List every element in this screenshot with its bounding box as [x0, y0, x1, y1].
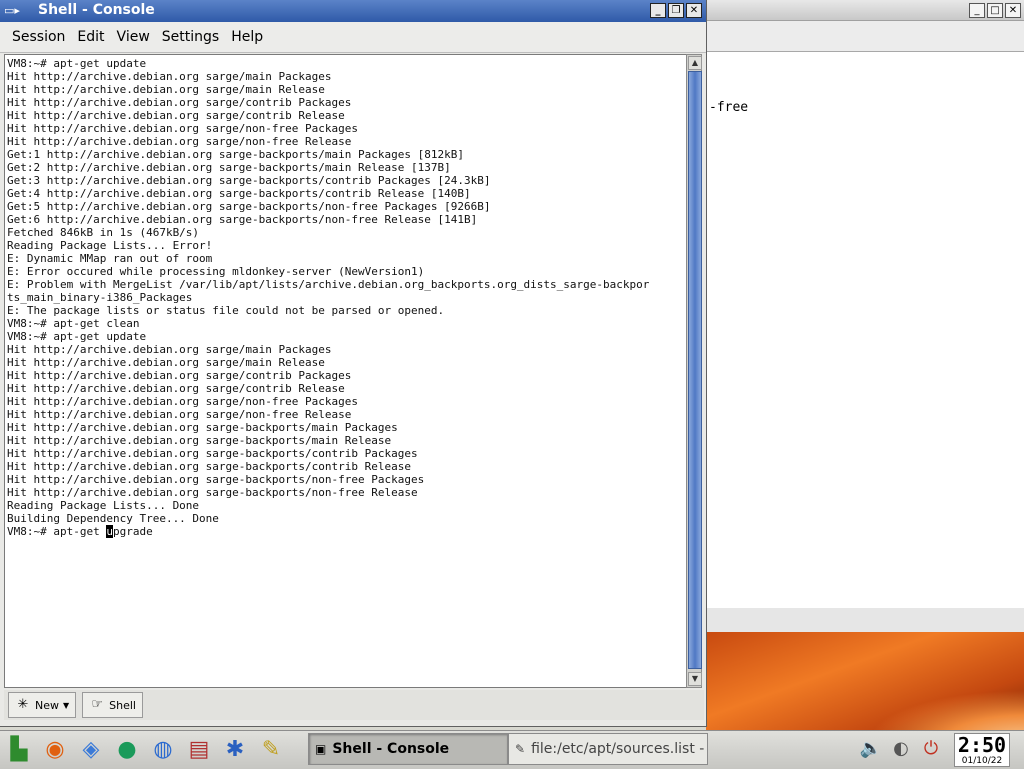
terminal-line: Hit http://archive.debian.org sarge/cont… [7, 96, 352, 109]
new-session-label: New [35, 698, 59, 712]
window-title: Shell - Console [38, 2, 155, 18]
menu-session[interactable]: Session [6, 29, 71, 45]
terminal-line: Hit http://archive.debian.org sarge/cont… [7, 369, 352, 382]
terminal-line: E: Problem with MergeList /var/lib/apt/l… [7, 278, 650, 291]
menu-view[interactable]: View [111, 29, 156, 45]
terminal-line: Hit http://archive.debian.org sarge/cont… [7, 382, 345, 395]
terminal-line: Get:5 http://archive.debian.org sarge-ba… [7, 200, 491, 213]
terminal-line: Hit http://archive.debian.org sarge/cont… [7, 109, 345, 122]
terminal-line: VM8:~# apt-get update [7, 330, 147, 343]
printer-icon[interactable]: ▤ [182, 733, 216, 767]
shell-icon: ☞ [91, 697, 103, 712]
terminal-line: Hit http://archive.debian.org sarge-back… [7, 434, 392, 447]
scroll-up-icon[interactable]: ▲ [688, 56, 702, 70]
terminal-line: Reading Package Lists... Done [7, 499, 200, 512]
minimize-icon[interactable]: _ [650, 3, 666, 18]
menu-edit[interactable]: Edit [71, 29, 110, 45]
terminal-line: Hit http://archive.debian.org sarge/main… [7, 70, 332, 83]
console-titlebar[interactable]: ▭▸ Shell - Console _ ❐ ✕ [0, 0, 706, 22]
clock-date: 01/10/22 [961, 756, 1003, 766]
terminal-text: VM8:~# apt-get update Hit http://archive… [5, 55, 687, 538]
session-tab-shell[interactable]: ☞ Shell [82, 692, 143, 718]
text-cursor: u [106, 525, 113, 538]
new-session-icon: ✳ [17, 697, 29, 712]
close-icon[interactable]: ✕ [686, 3, 702, 18]
terminal-line: Hit http://archive.debian.org sarge/non-… [7, 122, 358, 135]
taskbar: ▙ ◉ ◈ ● ◍ ▤ ✱ ✎ ▣ Shell - Console ✎ file… [0, 730, 1024, 769]
power-icon[interactable]: ⏻ [918, 735, 944, 763]
terminal-line: ts_main_binary-i386_Packages [7, 291, 193, 304]
terminal-line: Fetched 846kB in 1s (467kB/s) [7, 226, 200, 239]
editor-text-area[interactable]: -free [707, 51, 1024, 609]
kmenu-icon[interactable]: ▙ [2, 733, 36, 767]
clock-time: 2:50 [957, 733, 1007, 757]
terminal-line: Reading Package Lists... Error! [7, 239, 213, 252]
new-session-button[interactable]: ✳ New ▼ [8, 692, 77, 718]
task-label: Shell - Console [332, 741, 450, 757]
terminal-line: Hit http://archive.debian.org sarge/non-… [7, 135, 352, 148]
background-editor-window[interactable]: _ □ ✕ -free [706, 0, 1024, 632]
terminal-line: Get:3 http://archive.debian.org sarge-ba… [7, 174, 491, 187]
menu-help[interactable]: Help [225, 29, 269, 45]
clock[interactable]: 2:50 01/10/22 [954, 733, 1010, 767]
terminal-line: Hit http://archive.debian.org sarge/main… [7, 343, 332, 356]
terminal-line: E: Error occured while processing mldonk… [7, 265, 425, 278]
terminal-line: Hit http://archive.debian.org sarge/main… [7, 356, 325, 369]
terminal-icon: ▣ [315, 742, 327, 756]
terminal-scrollbar[interactable]: ▲ ▼ [686, 54, 702, 688]
quick-launch: ▙ ◉ ◈ ● ◍ ▤ ✱ ✎ [2, 733, 288, 767]
desktop-wallpaper [706, 632, 1024, 730]
maximize-icon[interactable]: □ [987, 3, 1003, 18]
terminal-line: Hit http://archive.debian.org sarge/non-… [7, 408, 352, 421]
terminal-line: Get:4 http://archive.debian.org sarge-ba… [7, 187, 471, 200]
scroll-down-icon[interactable]: ▼ [688, 672, 702, 686]
terminal-line: E: The package lists or status file coul… [7, 304, 445, 317]
terminal-line: Hit http://archive.debian.org sarge-back… [7, 447, 418, 460]
scrollbar-thumb[interactable] [688, 71, 702, 669]
background-window-menubar [707, 21, 1024, 52]
editor-visible-text: -free [709, 100, 749, 115]
terminal-line: Building Dependency Tree... Done [7, 512, 219, 525]
terminal-line: Hit http://archive.debian.org sarge-back… [7, 473, 425, 486]
help-lifebuoy-icon[interactable]: ◉ [38, 733, 72, 767]
restore-icon[interactable]: ❐ [668, 3, 684, 18]
chevron-down-icon[interactable]: ▼ [63, 701, 69, 710]
console-window[interactable]: ▭▸ Shell - Console _ ❐ ✕ Session Edit Vi… [0, 0, 707, 727]
background-window-titlebar[interactable]: _ □ ✕ [707, 0, 1024, 21]
terminal-line: VM8:~# apt-get clean [7, 317, 140, 330]
terminal-output[interactable]: VM8:~# apt-get update Hit http://archive… [4, 54, 688, 688]
background-window-statusbar [707, 608, 1024, 632]
task-label: file:/etc/apt/sources.list - T [531, 741, 708, 757]
task-shell-console[interactable]: ▣ Shell - Console [308, 733, 508, 765]
task-sources-list[interactable]: ✎ file:/etc/apt/sources.list - T [508, 733, 708, 765]
terminal-line: Hit http://archive.debian.org sarge/non-… [7, 395, 358, 408]
close-icon[interactable]: ✕ [1005, 3, 1021, 18]
terminal-line: E: Dynamic MMap ran out of room [7, 252, 213, 265]
terminal-line: Get:6 http://archive.debian.org sarge-ba… [7, 213, 478, 226]
terminal-line: Hit http://archive.debian.org sarge-back… [7, 421, 398, 434]
network-icon[interactable]: ◐ [888, 735, 914, 763]
globe-icon[interactable]: ◍ [146, 733, 180, 767]
terminal-line: Hit http://archive.debian.org sarge-back… [7, 460, 411, 473]
prompt-text: pgrade [112, 525, 153, 538]
prompt-text: VM8:~# apt-get [7, 525, 107, 538]
window-menu-icon[interactable]: ▭▸ [4, 4, 32, 18]
pen-icon: ✎ [515, 742, 526, 756]
console-menubar: Session Edit View Settings Help [0, 22, 706, 53]
terminal-line: VM8:~# apt-get update [7, 57, 147, 70]
terminal-line: Get:1 http://archive.debian.org sarge-ba… [7, 148, 464, 161]
konqueror-icon[interactable]: ● [110, 733, 144, 767]
home-cube-icon[interactable]: ◈ [74, 733, 108, 767]
editor-pen-icon[interactable]: ✎ [254, 733, 288, 767]
system-tray: 🔈 ◐ ⏻ [858, 735, 944, 763]
menu-settings[interactable]: Settings [156, 29, 225, 45]
minimize-icon[interactable]: _ [969, 3, 985, 18]
session-tab-label: Shell [109, 698, 136, 712]
terminal-line: Get:2 http://archive.debian.org sarge-ba… [7, 161, 451, 174]
kde-kicker-icon[interactable]: ✱ [218, 733, 252, 767]
volume-icon[interactable]: 🔈 [858, 735, 884, 763]
terminal-line: Hit http://archive.debian.org sarge-back… [7, 486, 418, 499]
session-tabbar: ✳ New ▼ ☞ Shell [4, 690, 704, 720]
terminal-line: Hit http://archive.debian.org sarge/main… [7, 83, 325, 96]
